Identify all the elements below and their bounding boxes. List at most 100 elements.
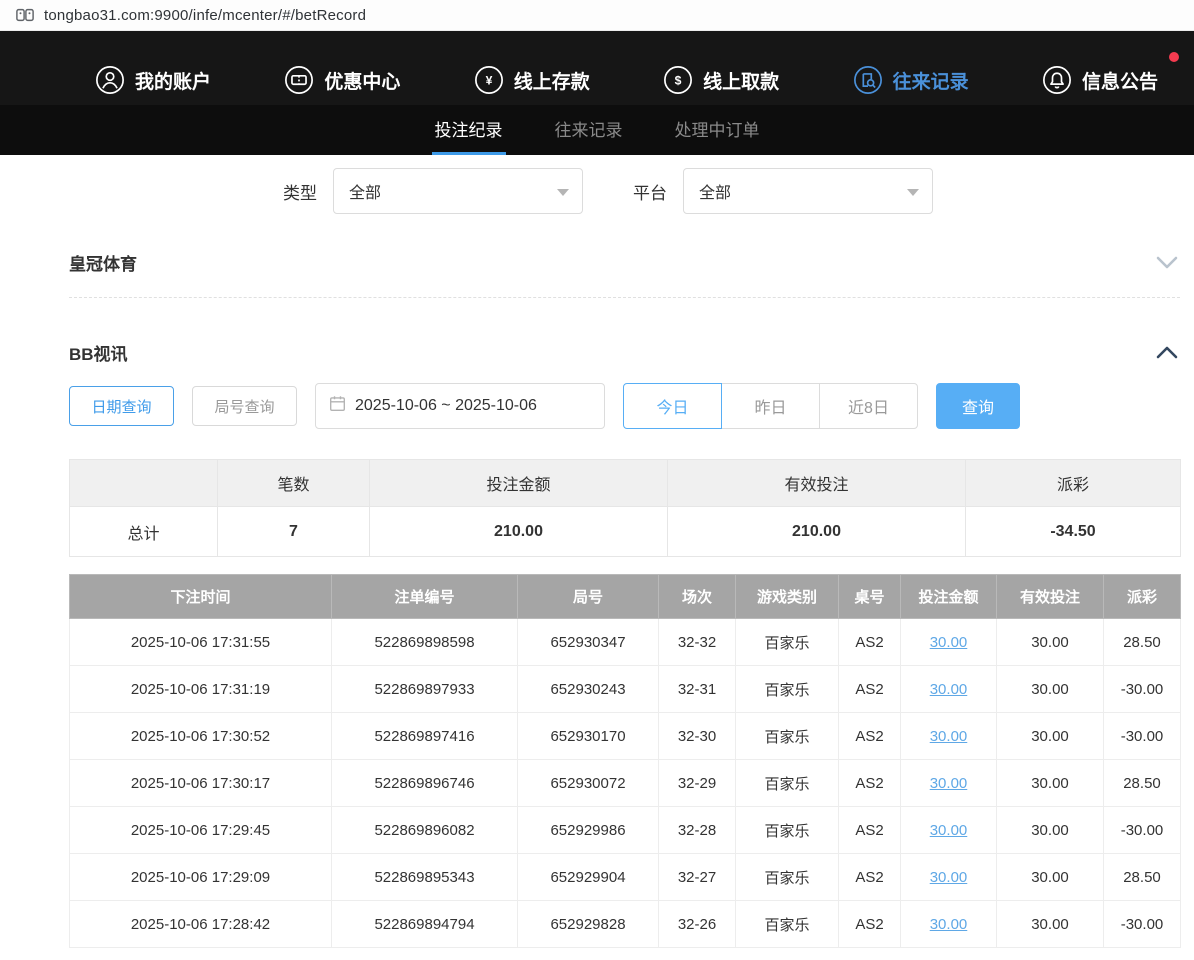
cell-round_no: 652930170 xyxy=(518,713,659,760)
cell-game_type: 百家乐 xyxy=(736,619,839,666)
cell-bet_amount: 30.00 xyxy=(901,807,997,854)
summary-header-empty xyxy=(70,460,218,507)
sub-tab-bar: 投注纪录往来记录处理中订单 xyxy=(0,105,1194,155)
cell-bet_amount: 30.00 xyxy=(901,619,997,666)
bet-amount-link[interactable]: 30.00 xyxy=(930,869,968,886)
cell-payout: -30.00 xyxy=(1104,666,1181,713)
cell-table_no: AS2 xyxy=(839,713,901,760)
nav-item-online-deposit[interactable]: ¥线上存款 xyxy=(474,65,590,95)
tab-transaction-records[interactable]: 往来记录 xyxy=(552,105,626,155)
table-row: 2025-10-06 17:30:17522869896746652930072… xyxy=(70,760,1181,807)
cell-bet_amount: 30.00 xyxy=(901,666,997,713)
nav-label: 我的账户 xyxy=(135,67,211,94)
query-toolbar: 日期查询 局号查询 2025-10-06 ~ 2025-10-06 今日 昨日 … xyxy=(69,383,1180,429)
bet-amount-link[interactable]: 30.00 xyxy=(930,775,968,792)
type-select-value: 全部 xyxy=(349,179,381,203)
screen: tongbao31.com:9900/infe/mcenter/#/betRec… xyxy=(0,0,1194,960)
summary-table: 笔数 投注金额 有效投注 派彩 总计 7 210.00 210.00 -34.5… xyxy=(69,459,1181,557)
chevron-up-icon[interactable] xyxy=(1156,346,1180,359)
cell-payout: 28.50 xyxy=(1104,619,1181,666)
summary-total-row: 总计 7 210.00 210.00 -34.50 xyxy=(70,507,1181,557)
browser-address-bar[interactable]: tongbao31.com:9900/infe/mcenter/#/betRec… xyxy=(0,0,1194,31)
cell-session: 32-31 xyxy=(659,666,736,713)
nav-item-my-account[interactable]: 我的账户 xyxy=(95,65,211,95)
svg-text:¥: ¥ xyxy=(485,74,492,88)
cell-valid_bet: 30.00 xyxy=(997,760,1104,807)
url-text[interactable]: tongbao31.com:9900/infe/mcenter/#/betRec… xyxy=(44,7,366,24)
platform-select-value: 全部 xyxy=(699,179,731,203)
cell-valid_bet: 30.00 xyxy=(997,619,1104,666)
cell-order_no: 522869897933 xyxy=(332,666,518,713)
round-query-button[interactable]: 局号查询 xyxy=(192,386,297,426)
cell-order_no: 522869896746 xyxy=(332,760,518,807)
cell-valid_bet: 30.00 xyxy=(997,713,1104,760)
nav-item-transaction-records[interactable]: 往来记录 xyxy=(853,65,969,95)
bet-amount-link[interactable]: 30.00 xyxy=(930,634,968,651)
browser-site-icon[interactable] xyxy=(16,6,34,24)
calendar-icon xyxy=(329,395,346,417)
user-icon xyxy=(95,65,125,95)
bet-amount-link[interactable]: 30.00 xyxy=(930,728,968,745)
summary-payout: -34.50 xyxy=(966,507,1181,557)
chevron-down-icon[interactable] xyxy=(1156,256,1180,269)
cell-game_type: 百家乐 xyxy=(736,854,839,901)
yesterday-button[interactable]: 昨日 xyxy=(721,383,820,429)
section-crown-sports[interactable]: 皇冠体育 xyxy=(69,250,1180,298)
bet-amount-link[interactable]: 30.00 xyxy=(930,822,968,839)
cell-payout: 28.50 xyxy=(1104,854,1181,901)
cell-round_no: 652930072 xyxy=(518,760,659,807)
cell-session: 32-29 xyxy=(659,760,736,807)
table-row: 2025-10-06 17:31:19522869897933652930243… xyxy=(70,666,1181,713)
cell-order_no: 522869896082 xyxy=(332,807,518,854)
nav-item-promo-center[interactable]: 优惠中心 xyxy=(284,65,400,95)
bell-icon xyxy=(1042,65,1072,95)
bet-amount-link[interactable]: 30.00 xyxy=(930,916,968,933)
cell-session: 32-30 xyxy=(659,713,736,760)
summary-header-bet-amount: 投注金额 xyxy=(370,460,668,507)
cell-session: 32-28 xyxy=(659,807,736,854)
section-title: 皇冠体育 xyxy=(69,250,137,275)
type-select[interactable]: 全部 xyxy=(333,168,583,214)
records-icon xyxy=(853,65,883,95)
cell-round_no: 652929904 xyxy=(518,854,659,901)
search-button[interactable]: 查询 xyxy=(936,383,1020,429)
date-query-button[interactable]: 日期查询 xyxy=(69,386,174,426)
cell-order_no: 522869894794 xyxy=(332,901,518,948)
cell-table_no: AS2 xyxy=(839,619,901,666)
tab-bet-records[interactable]: 投注纪录 xyxy=(432,105,506,155)
cell-round_no: 652929986 xyxy=(518,807,659,854)
cell-order_no: 522869895343 xyxy=(332,854,518,901)
bet-amount-link[interactable]: 30.00 xyxy=(930,681,968,698)
summary-total-label: 总计 xyxy=(70,507,218,557)
cell-bet_time: 2025-10-06 17:31:55 xyxy=(70,619,332,666)
nav-item-online-withdraw[interactable]: $线上取款 xyxy=(663,65,779,95)
cell-table_no: AS2 xyxy=(839,760,901,807)
today-button[interactable]: 今日 xyxy=(623,383,722,429)
nav-label: 往来记录 xyxy=(893,67,969,94)
summary-valid-bet: 210.00 xyxy=(668,507,966,557)
cell-payout: 28.50 xyxy=(1104,760,1181,807)
section-title: BB视讯 xyxy=(69,340,128,365)
platform-select[interactable]: 全部 xyxy=(683,168,933,214)
filter-row: 类型 全部 平台 全部 xyxy=(283,168,1180,214)
nav-item-announcements[interactable]: 信息公告 xyxy=(1042,65,1158,95)
coupon-icon xyxy=(284,65,314,95)
summary-header-count: 笔数 xyxy=(218,460,370,507)
nav-label: 线上取款 xyxy=(703,67,779,94)
nav-label: 信息公告 xyxy=(1082,67,1158,94)
chevron-down-icon xyxy=(557,189,569,196)
date-range-picker[interactable]: 2025-10-06 ~ 2025-10-06 xyxy=(315,383,605,429)
nav-items: 我的账户 优惠中心 ¥线上存款 $线上取款 往来记录 信息公告 xyxy=(95,65,1158,95)
cell-payout: -30.00 xyxy=(1104,807,1181,854)
cell-table_no: AS2 xyxy=(839,807,901,854)
column-header-round_no: 局号 xyxy=(518,575,659,619)
table-row: 2025-10-06 17:31:55522869898598652930347… xyxy=(70,619,1181,666)
last-8-days-button[interactable]: 近8日 xyxy=(819,383,918,429)
type-filter-label: 类型 xyxy=(283,179,317,204)
cell-bet_time: 2025-10-06 17:31:19 xyxy=(70,666,332,713)
tab-pending-orders[interactable]: 处理中订单 xyxy=(672,105,763,155)
cell-session: 32-26 xyxy=(659,901,736,948)
cell-game_type: 百家乐 xyxy=(736,713,839,760)
section-bb-video[interactable]: BB视讯 xyxy=(69,340,1180,365)
cell-bet_time: 2025-10-06 17:30:17 xyxy=(70,760,332,807)
